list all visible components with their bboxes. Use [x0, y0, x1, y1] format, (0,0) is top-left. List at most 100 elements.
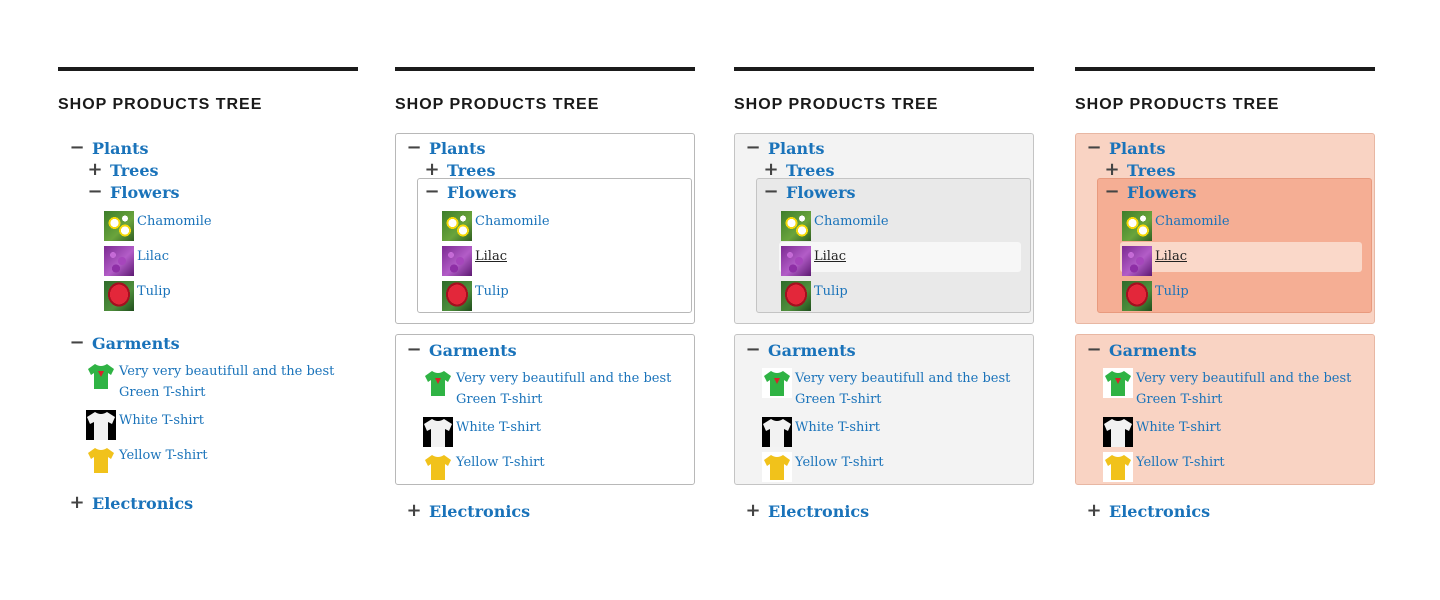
tree-leaf-tulip[interactable]: Tulip [442, 281, 509, 311]
tree-node-label[interactable]: Trees [1127, 161, 1176, 180]
leaf-label[interactable]: White T-shirt [456, 417, 541, 438]
leaf-label[interactable]: Chamomile [1155, 211, 1230, 232]
leaf-label[interactable]: Chamomile [137, 211, 212, 232]
tree-node-electronics[interactable]: + Electronics [405, 500, 530, 522]
tree-leaf-lilac[interactable]: Lilac [1122, 246, 1187, 276]
tree-node-flowers[interactable]: − Flowers [1103, 181, 1197, 203]
tree-leaf-white-tshirt[interactable]: White T-shirt [762, 417, 880, 447]
tree-node-trees[interactable]: + Trees [762, 159, 835, 181]
tree-node-electronics[interactable]: + Electronics [1085, 500, 1210, 522]
leaf-label[interactable]: White T-shirt [1136, 417, 1221, 438]
tree-leaf-lilac[interactable]: Lilac [781, 246, 846, 276]
leaf-label[interactable]: Very very beautifull and the best Green … [119, 361, 348, 403]
tree-node-label[interactable]: Trees [447, 161, 496, 180]
tree-leaf-chamomile[interactable]: Chamomile [1122, 211, 1230, 241]
tree-leaf-chamomile[interactable]: Chamomile [442, 211, 550, 241]
tree-node-label[interactable]: Flowers [447, 183, 517, 202]
tree-node-label[interactable]: Flowers [1127, 183, 1197, 202]
leaf-label[interactable]: Lilac [1155, 246, 1187, 267]
leaf-label[interactable]: Tulip [1155, 281, 1189, 302]
leaf-label[interactable]: Lilac [137, 246, 169, 267]
tree-node-label[interactable]: Electronics [92, 494, 193, 513]
expand-icon[interactable]: + [86, 159, 104, 181]
collapse-icon[interactable]: − [86, 181, 104, 203]
collapse-icon[interactable]: − [68, 137, 86, 159]
leaf-label[interactable]: Yellow T-shirt [119, 445, 208, 466]
tree-node-electronics[interactable]: + Electronics [744, 500, 869, 522]
tree-node-plants[interactable]: − Plants [744, 137, 825, 159]
expand-icon[interactable]: + [68, 492, 86, 514]
tree-node-garments[interactable]: − Garments [68, 332, 180, 354]
collapse-icon[interactable]: − [744, 137, 762, 159]
tree-leaf-tulip[interactable]: Tulip [104, 281, 171, 311]
tree-node-label[interactable]: Trees [786, 161, 835, 180]
leaf-label[interactable]: Lilac [475, 246, 507, 267]
leaf-label[interactable]: Yellow T-shirt [1136, 452, 1225, 473]
tree-node-label[interactable]: Plants [768, 139, 825, 158]
leaf-label[interactable]: Chamomile [814, 211, 889, 232]
tree-node-trees[interactable]: + Trees [1103, 159, 1176, 181]
tree-leaf-tulip[interactable]: Tulip [1122, 281, 1189, 311]
leaf-label[interactable]: Tulip [137, 281, 171, 302]
leaf-label[interactable]: White T-shirt [119, 410, 204, 431]
tree-node-flowers[interactable]: − Flowers [423, 181, 517, 203]
tree-leaf-lilac[interactable]: Lilac [442, 246, 507, 276]
tree-node-label[interactable]: Garments [92, 334, 180, 353]
leaf-label[interactable]: Very very beautifull and the best Green … [456, 368, 685, 410]
leaf-label[interactable]: Chamomile [475, 211, 550, 232]
leaf-label[interactable]: Very very beautifull and the best Green … [1136, 368, 1365, 410]
tree-node-flowers[interactable]: − Flowers [762, 181, 856, 203]
tree-node-label[interactable]: Electronics [429, 502, 530, 521]
tree-node-label[interactable]: Plants [1109, 139, 1166, 158]
collapse-icon[interactable]: − [1085, 339, 1103, 361]
expand-icon[interactable]: + [744, 500, 762, 522]
tree-node-label[interactable]: Electronics [1109, 502, 1210, 521]
tree-node-plants[interactable]: − Plants [1085, 137, 1166, 159]
tree-leaf-chamomile[interactable]: Chamomile [104, 211, 212, 241]
tree-node-trees[interactable]: + Trees [423, 159, 496, 181]
tree-node-label[interactable]: Flowers [110, 183, 180, 202]
tree-leaf-yellow-tshirt[interactable]: Yellow T-shirt [86, 445, 208, 475]
tree-node-label[interactable]: Flowers [786, 183, 856, 202]
collapse-icon[interactable]: − [1085, 137, 1103, 159]
tree-node-flowers[interactable]: − Flowers [86, 181, 180, 203]
tree-node-plants[interactable]: − Plants [68, 137, 149, 159]
collapse-icon[interactable]: − [423, 181, 441, 203]
tree-leaf-chamomile[interactable]: Chamomile [781, 211, 889, 241]
tree-leaf-yellow-tshirt[interactable]: Yellow T-shirt [1103, 452, 1225, 482]
tree-node-label[interactable]: Plants [92, 139, 149, 158]
leaf-label[interactable]: Yellow T-shirt [795, 452, 884, 473]
expand-icon[interactable]: + [1103, 159, 1121, 181]
tree-node-garments[interactable]: − Garments [405, 339, 517, 361]
leaf-label[interactable]: White T-shirt [795, 417, 880, 438]
expand-icon[interactable]: + [1085, 500, 1103, 522]
tree-leaf-white-tshirt[interactable]: White T-shirt [1103, 417, 1221, 447]
tree-node-label[interactable]: Garments [768, 341, 856, 360]
leaf-label[interactable]: Tulip [814, 281, 848, 302]
tree-node-label[interactable]: Electronics [768, 502, 869, 521]
collapse-icon[interactable]: − [405, 137, 423, 159]
tree-node-label[interactable]: Garments [429, 341, 517, 360]
tree-node-electronics[interactable]: + Electronics [68, 492, 193, 514]
leaf-label[interactable]: Tulip [475, 281, 509, 302]
collapse-icon[interactable]: − [405, 339, 423, 361]
tree-node-label[interactable]: Plants [429, 139, 486, 158]
tree-leaf-white-tshirt[interactable]: White T-shirt [86, 410, 204, 440]
collapse-icon[interactable]: − [68, 332, 86, 354]
tree-leaf-green-tshirt[interactable]: Very very beautifull and the best Green … [423, 368, 685, 410]
tree-leaf-green-tshirt[interactable]: Very very beautifull and the best Green … [86, 361, 348, 403]
tree-node-garments[interactable]: − Garments [744, 339, 856, 361]
leaf-label[interactable]: Very very beautifull and the best Green … [795, 368, 1024, 410]
tree-node-label[interactable]: Trees [110, 161, 159, 180]
tree-leaf-yellow-tshirt[interactable]: Yellow T-shirt [762, 452, 884, 482]
tree-node-plants[interactable]: − Plants [405, 137, 486, 159]
tree-node-label[interactable]: Garments [1109, 341, 1197, 360]
collapse-icon[interactable]: − [1103, 181, 1121, 203]
tree-leaf-yellow-tshirt[interactable]: Yellow T-shirt [423, 452, 545, 482]
leaf-label[interactable]: Lilac [814, 246, 846, 267]
leaf-label[interactable]: Yellow T-shirt [456, 452, 545, 473]
expand-icon[interactable]: + [405, 500, 423, 522]
expand-icon[interactable]: + [762, 159, 780, 181]
tree-leaf-white-tshirt[interactable]: White T-shirt [423, 417, 541, 447]
tree-node-trees[interactable]: + Trees [86, 159, 159, 181]
